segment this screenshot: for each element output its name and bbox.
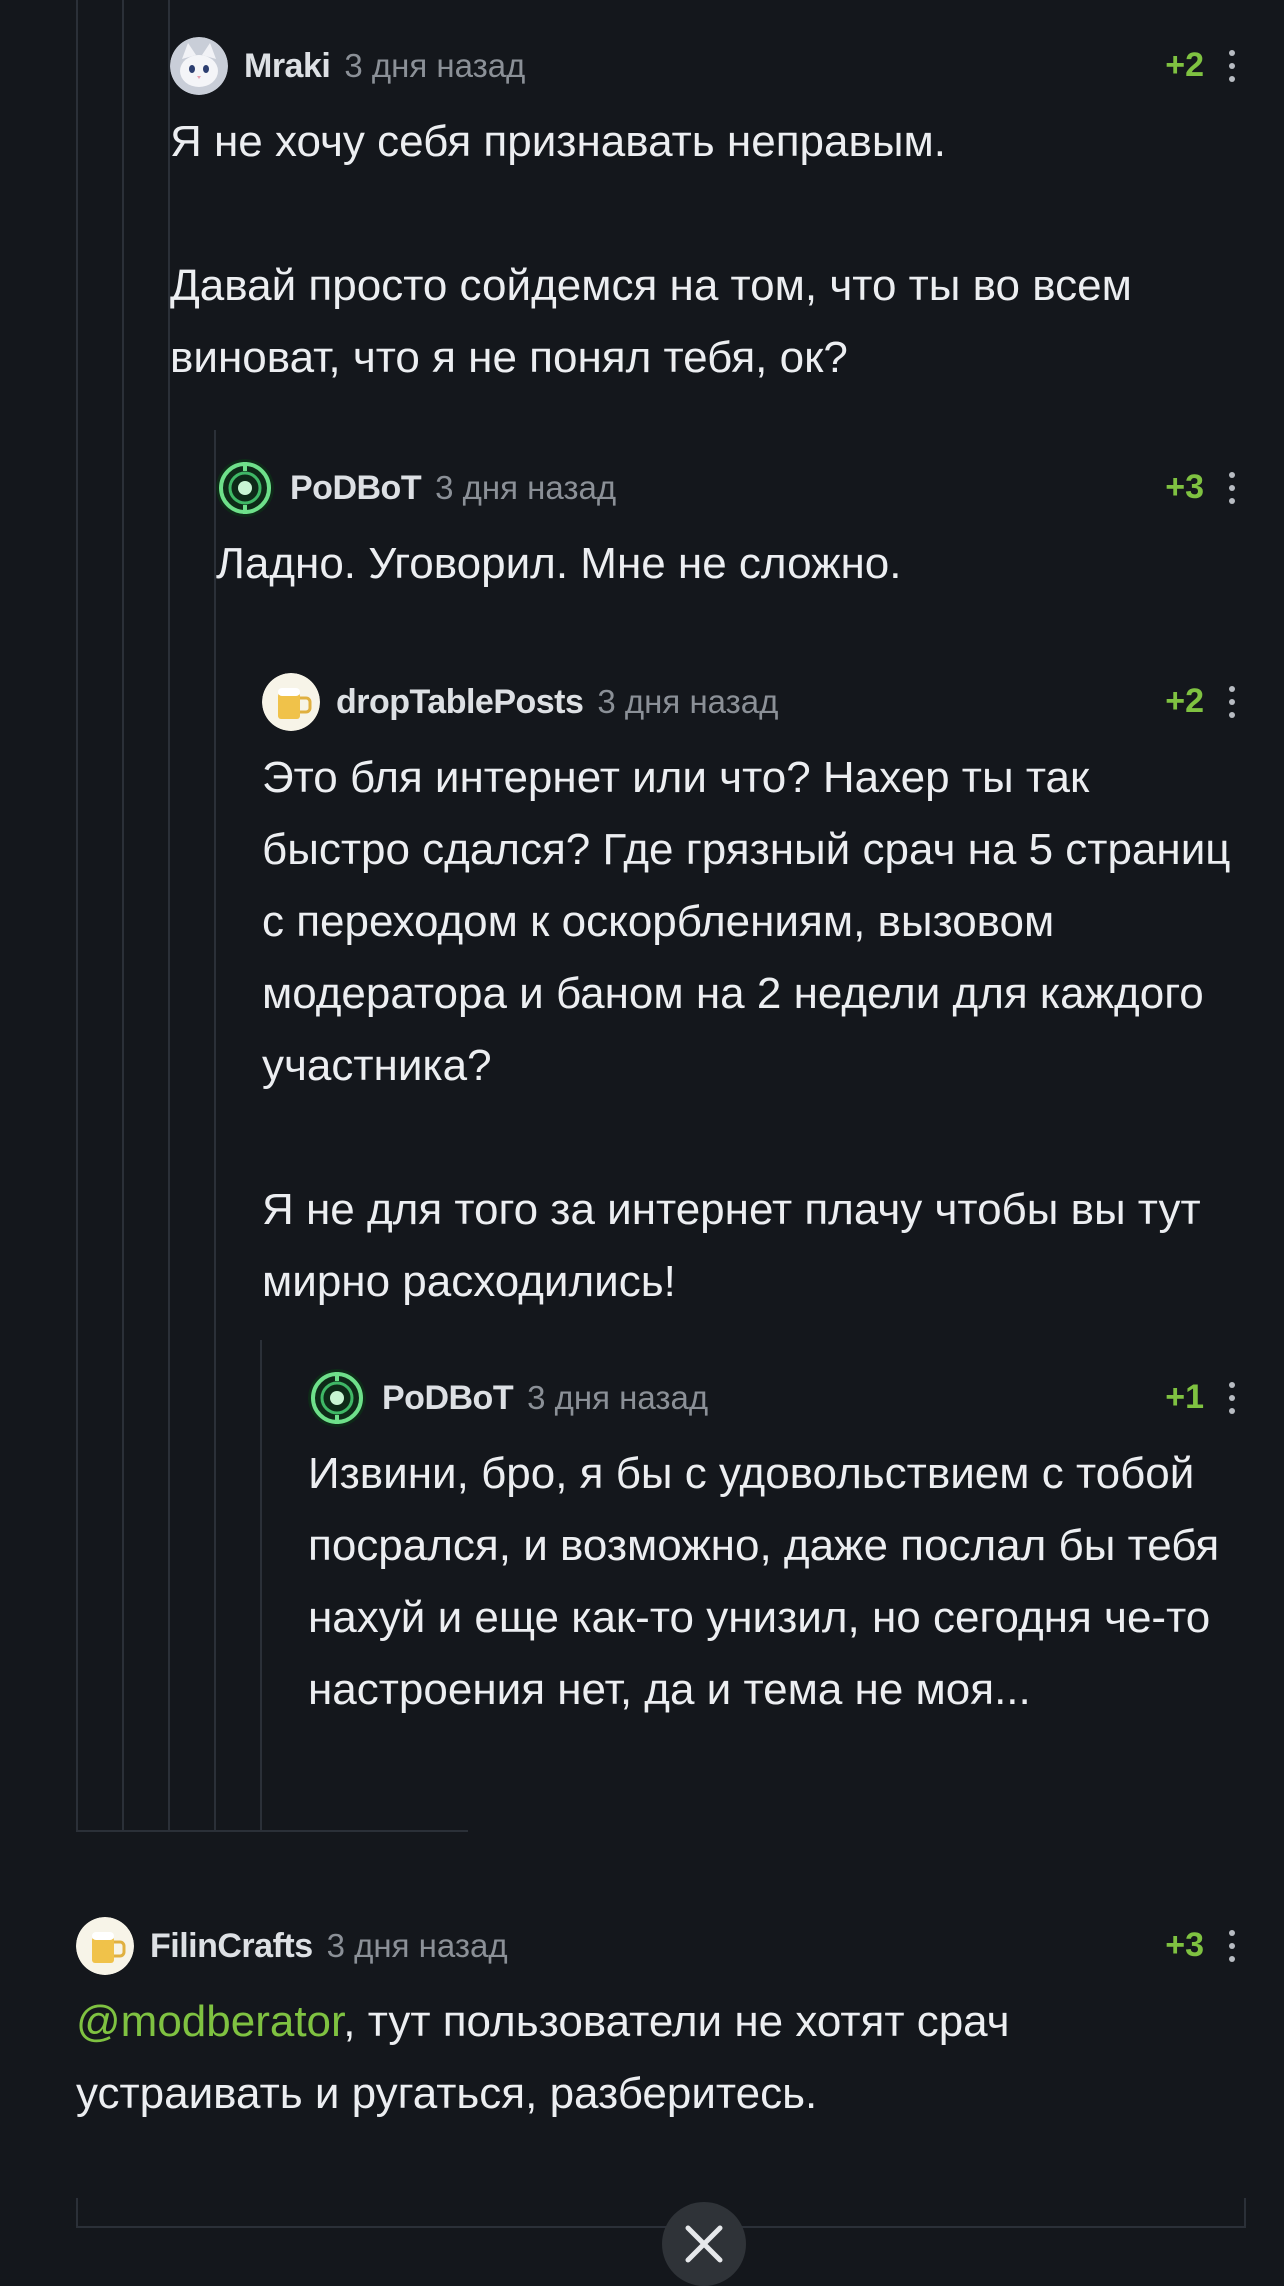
close-button[interactable]	[662, 2202, 746, 2286]
rating-value: +1	[1165, 1378, 1204, 1416]
bottom-bracket-left	[76, 2198, 78, 2228]
comment-text: Извини, бро, я бы с удовольствием с тобо…	[308, 1438, 1244, 1726]
bottom-bracket-line	[76, 2226, 1246, 2228]
thread-end-line	[76, 1830, 468, 1832]
comment-time: 3 дня назад	[344, 47, 526, 84]
more-vertical-icon[interactable]	[1220, 1924, 1244, 1968]
comment-header: dropTablePosts 3 дня назад +2	[262, 670, 1244, 734]
comment-time: 3 дня назад	[435, 469, 617, 506]
author-name[interactable]: FilinCrafts	[150, 1927, 313, 1966]
comment-paragraph: Я не для того за интернет плачу чтобы вы…	[262, 1185, 1201, 1306]
close-icon	[685, 2225, 723, 2263]
rating-value: +3	[1165, 468, 1204, 506]
comment-paragraph: Извини, бро, я бы с удовольствием с тобо…	[308, 1449, 1220, 1714]
comment-droptableposts: dropTablePosts 3 дня назад +2 Это бля ин…	[262, 670, 1244, 1318]
rating-value: +2	[1165, 682, 1204, 720]
comment-text: @modberator, тут пользователи не хотят с…	[76, 1986, 1244, 2130]
comment-header: Mraki 3 дня назад +2	[170, 34, 1244, 98]
author-name[interactable]: Mraki	[244, 47, 331, 86]
comment-text: Это бля интернет или что? Нахер ты так б…	[262, 742, 1244, 1318]
comment-paragraph: Ладно. Уговорил. Мне не сложно.	[216, 539, 902, 588]
more-vertical-icon[interactable]	[1220, 1376, 1244, 1420]
bottom-bracket-right	[1244, 2198, 1246, 2228]
comment-paragraph: Я не хочу себя признавать неправым.	[170, 117, 946, 166]
author-name[interactable]: dropTablePosts	[336, 683, 584, 722]
cat-avatar[interactable]	[170, 37, 228, 95]
more-vertical-icon[interactable]	[1220, 466, 1244, 510]
comment-text: Я не хочу себя признавать неправым. Дава…	[170, 106, 1244, 394]
beer-avatar[interactable]	[76, 1917, 134, 1975]
thread-line-4	[214, 430, 216, 1832]
comment-time: 3 дня назад	[326, 1927, 508, 1964]
comment-time: 3 дня назад	[597, 683, 779, 720]
comment-filincrafts: FilinCrafts 3 дня назад +3 @modberator, …	[76, 1914, 1244, 2130]
thread-line-2	[122, 0, 124, 1832]
comment-text: Ладно. Уговорил. Мне не сложно.	[216, 528, 1244, 600]
comment-header: FilinCrafts 3 дня назад +3	[76, 1914, 1244, 1978]
comment-header: PoDBoT 3 дня назад +3	[216, 456, 1244, 520]
comment-paragraph: Это бля интернет или что? Нахер ты так б…	[262, 753, 1231, 1090]
thread-line-1	[76, 0, 78, 1832]
rating-value: +3	[1165, 1926, 1204, 1964]
more-vertical-icon[interactable]	[1220, 680, 1244, 724]
author-name[interactable]: PoDBoT	[290, 469, 422, 508]
comment-time: 3 дня назад	[527, 1379, 709, 1416]
rating-value: +2	[1165, 46, 1204, 84]
comment-mraki: Mraki 3 дня назад +2 Я не хочу себя приз…	[170, 34, 1244, 394]
beer-avatar[interactable]	[262, 673, 320, 731]
robot-avatar[interactable]	[216, 459, 274, 517]
author-name[interactable]: PoDBoT	[382, 1379, 514, 1418]
user-mention-link[interactable]: @modberator	[76, 1997, 343, 2046]
robot-avatar[interactable]	[308, 1369, 366, 1427]
more-vertical-icon[interactable]	[1220, 44, 1244, 88]
comment-paragraph: @modberator, тут пользователи не хотят с…	[76, 1986, 1244, 2130]
comment-paragraph: Давай просто сойдемся на том, что ты во …	[170, 261, 1132, 382]
comment-header: PoDBoT 3 дня назад +1	[308, 1366, 1244, 1430]
comment-podbot-reply: PoDBoT 3 дня назад +1 Извини, бро, я бы …	[308, 1366, 1244, 1726]
comment-podbot: PoDBoT 3 дня назад +3 Ладно. Уговорил. М…	[216, 456, 1244, 600]
thread-line-5	[260, 1340, 262, 1832]
